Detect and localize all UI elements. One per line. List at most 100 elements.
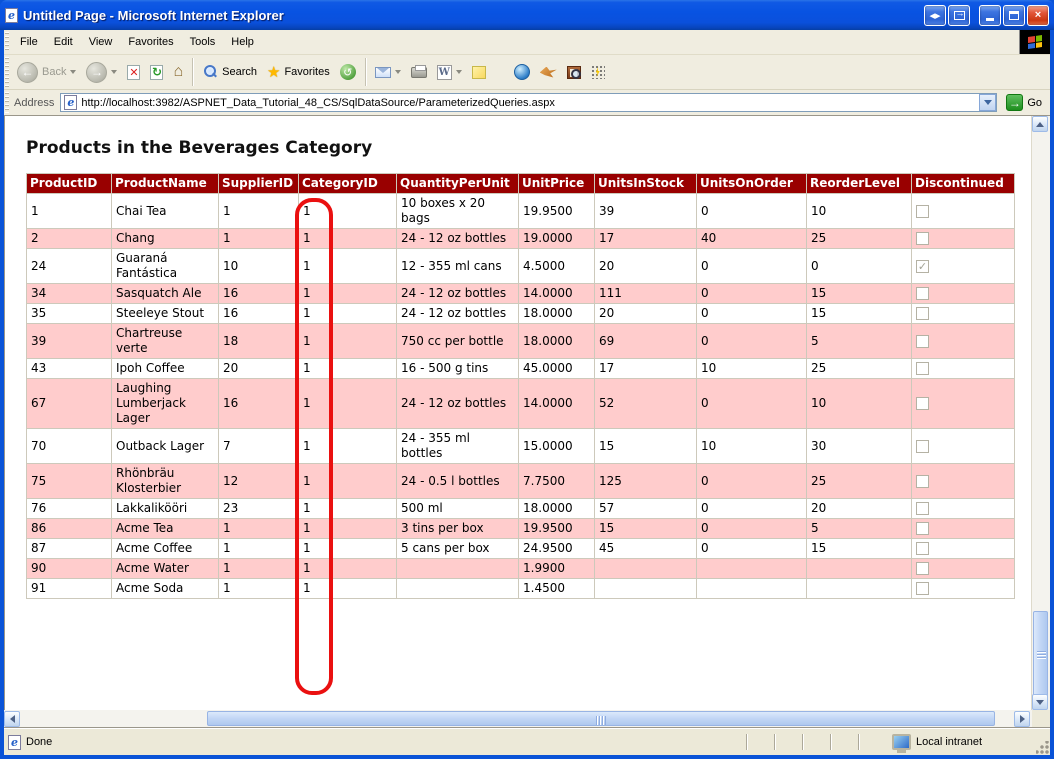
history-button[interactable]: ↺	[335, 62, 361, 82]
word-icon: W	[437, 65, 452, 80]
status-bar: e Done Local intranet	[4, 728, 1050, 755]
pan-arrows-button[interactable]: ◂▸	[924, 5, 946, 26]
table-cell: 0	[807, 249, 912, 284]
table-cell-discontinued	[912, 579, 1015, 599]
table-cell: 23	[219, 499, 299, 519]
back-dropdown-icon[interactable]	[70, 70, 76, 74]
table-cell: 35	[27, 304, 112, 324]
menu-help[interactable]: Help	[223, 32, 262, 52]
blue-sphere-icon	[514, 64, 530, 80]
chevron-down-icon	[984, 100, 992, 105]
discontinued-checkbox	[916, 205, 929, 218]
zone-text: Local intranet	[916, 736, 982, 748]
print-button[interactable]	[406, 65, 432, 80]
table-cell: 24 - 355 ml bottles	[397, 429, 519, 464]
table-cell: 500 ml	[397, 499, 519, 519]
refresh-button[interactable]: ↻	[145, 63, 168, 82]
table-row: 70Outback Lager7124 - 355 ml bottles15.0…	[27, 429, 1015, 464]
discontinued-checkbox	[916, 475, 929, 488]
table-cell: Outback Lager	[112, 429, 219, 464]
menu-grip[interactable]	[5, 32, 9, 52]
status-separator	[830, 734, 831, 750]
table-cell: 1	[299, 249, 397, 284]
discontinued-checkbox	[916, 562, 929, 575]
notes-button[interactable]	[467, 64, 491, 81]
back-button[interactable]: ← Back	[12, 60, 81, 85]
table-cell: Acme Soda	[112, 579, 219, 599]
close-button[interactable]: ×	[1027, 5, 1049, 26]
column-header-productid: ProductID	[27, 174, 112, 194]
column-header-supplierid: SupplierID	[219, 174, 299, 194]
table-cell: 14.0000	[519, 379, 595, 429]
table-cell	[807, 559, 912, 579]
resize-grip[interactable]	[1036, 741, 1049, 754]
address-dropdown-button[interactable]	[979, 94, 996, 111]
go-arrow-icon: →	[1006, 94, 1023, 111]
research-button[interactable]	[562, 64, 586, 81]
stop-button[interactable]: ✕	[122, 63, 145, 82]
table-cell: 34	[27, 284, 112, 304]
scroll-up-button[interactable]	[1032, 116, 1048, 132]
edit-with-word-button[interactable]: W	[432, 63, 467, 82]
horizontal-scroll-thumb[interactable]	[207, 711, 995, 726]
back-label: Back	[42, 66, 66, 78]
scroll-left-button[interactable]	[4, 711, 20, 727]
menu-file[interactable]: File	[12, 32, 46, 52]
table-cell: 39	[27, 324, 112, 359]
status-separator	[802, 734, 803, 750]
menu-edit[interactable]: Edit	[46, 32, 81, 52]
forward-button[interactable]: →	[81, 60, 122, 85]
menu-view[interactable]: View	[81, 32, 121, 52]
address-input[interactable]: e http://localhost:3982/ASPNET_Data_Tuto…	[60, 93, 997, 112]
table-cell-discontinued	[912, 359, 1015, 379]
table-row: 35Steeleye Stout16124 - 12 oz bottles18.…	[27, 304, 1015, 324]
vertical-scroll-thumb[interactable]	[1033, 611, 1048, 699]
table-cell: 1	[219, 229, 299, 249]
table-cell: 20	[219, 359, 299, 379]
address-url[interactable]: http://localhost:3982/ASPNET_Data_Tutori…	[81, 97, 979, 109]
home-button[interactable]: ⌂	[168, 62, 188, 82]
snippet-tool-button[interactable]	[586, 63, 610, 81]
print-icon	[411, 67, 427, 78]
table-cell: 1.9900	[519, 559, 595, 579]
menu-tools[interactable]: Tools	[182, 32, 224, 52]
favorites-button[interactable]: ★ Favorites	[262, 63, 335, 82]
messenger-button[interactable]	[509, 62, 535, 82]
table-cell	[595, 579, 697, 599]
scroll-down-button[interactable]	[1032, 694, 1048, 710]
page-title: Products in the Beverages Category	[26, 138, 1031, 158]
menu-favorites[interactable]: Favorites	[120, 32, 181, 52]
window-title: Untitled Page - Microsoft Internet Explo…	[23, 8, 922, 23]
word-dropdown-icon[interactable]	[456, 70, 462, 74]
table-cell-discontinued	[912, 379, 1015, 429]
discontinued-checkbox	[916, 542, 929, 555]
mail-dropdown-icon[interactable]	[395, 70, 401, 74]
minimize-button[interactable]	[979, 5, 1001, 26]
table-cell: 2	[27, 229, 112, 249]
search-button[interactable]: Search	[197, 62, 262, 82]
forward-dropdown-icon[interactable]	[111, 70, 117, 74]
table-cell: 18.0000	[519, 324, 595, 359]
table-cell: 45	[595, 539, 697, 559]
address-grip[interactable]	[5, 92, 9, 113]
table-row: 2Chang1124 - 12 oz bottles19.0000174025	[27, 229, 1015, 249]
pop-out-button[interactable]	[948, 5, 970, 26]
table-cell: 25	[807, 359, 912, 379]
research-book-icon	[567, 66, 581, 79]
table-cell: 1	[299, 559, 397, 579]
bird-tool-button[interactable]	[535, 65, 562, 80]
table-cell: 20	[595, 304, 697, 324]
status-page-icon: e	[8, 735, 21, 750]
table-cell: 18	[219, 324, 299, 359]
scroll-right-button[interactable]	[1014, 711, 1030, 727]
vertical-scrollbar[interactable]	[1031, 116, 1050, 710]
mail-button[interactable]	[370, 65, 406, 80]
table-cell: Acme Tea	[112, 519, 219, 539]
table-cell: 24.9500	[519, 539, 595, 559]
go-button[interactable]: → Go	[1002, 93, 1046, 112]
maximize-button[interactable]	[1003, 5, 1025, 26]
toolbar-grip[interactable]	[5, 57, 9, 87]
horizontal-scrollbar[interactable]	[4, 710, 1032, 728]
table-cell: 24 - 12 oz bottles	[397, 304, 519, 324]
table-cell-discontinued	[912, 429, 1015, 464]
